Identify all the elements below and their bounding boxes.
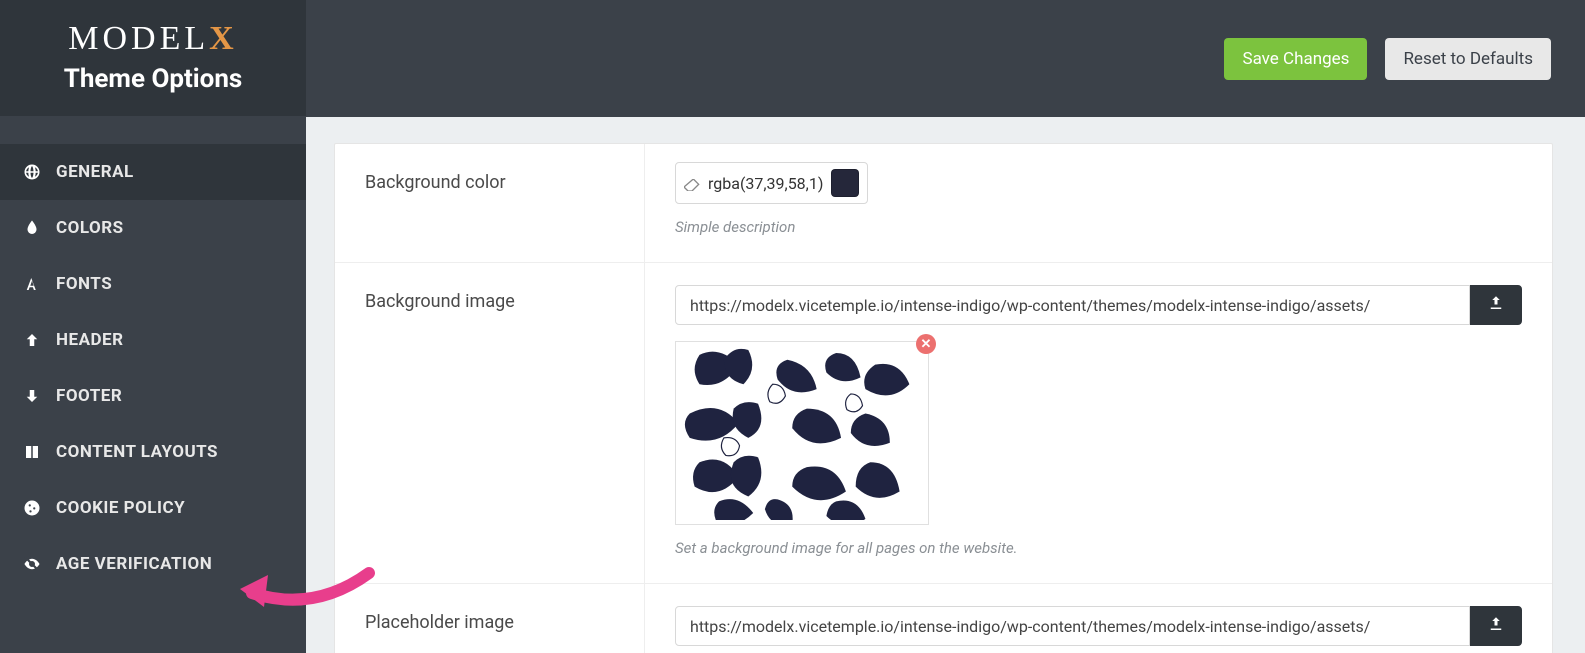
sidebar-item-label: HEADER: [56, 330, 124, 350]
label-background-image: Background image: [335, 263, 645, 583]
arrow-down-icon: [22, 386, 42, 406]
arrow-up-icon: [22, 330, 42, 350]
globe-icon: [22, 162, 42, 182]
body-background-color: rgba(37,39,58,1) Simple description: [645, 144, 1552, 262]
eye-off-icon: [22, 554, 42, 574]
placeholder-upload-row: [675, 606, 1522, 646]
sidebar-item-label: FOOTER: [56, 386, 122, 406]
sidebar-item-age-verification[interactable]: AGE VERIFICATION: [0, 536, 306, 592]
sidebar: MODELX Theme Options GENERAL COLORS: [0, 0, 306, 653]
sidebar-item-fonts[interactable]: FONTS: [0, 256, 306, 312]
brand-logo-accent: X: [209, 20, 238, 57]
bg-color-description: Simple description: [675, 218, 1522, 236]
row-background-image: Background image ✕: [335, 263, 1552, 584]
close-icon: ✕: [921, 337, 932, 352]
color-swatch[interactable]: [831, 169, 859, 197]
sidebar-nav: GENERAL COLORS FONTS HEADER: [0, 116, 306, 592]
label-placeholder-image: Placeholder image: [335, 584, 645, 653]
tint-icon: [22, 218, 42, 238]
body-background-image: ✕: [645, 263, 1552, 583]
brand-logo-main: MODEL: [68, 20, 209, 57]
sidebar-item-general[interactable]: GENERAL: [0, 144, 306, 200]
content-area: Background color rgba(37,39,58,1) Simple…: [306, 117, 1585, 653]
upload-icon: [1487, 294, 1505, 316]
color-picker[interactable]: rgba(37,39,58,1): [675, 162, 868, 204]
save-button[interactable]: Save Changes: [1224, 38, 1367, 80]
main: Save Changes Reset to Defaults Backgroun…: [306, 0, 1585, 653]
bg-image-upload-button[interactable]: [1470, 285, 1522, 325]
body-placeholder-image: [645, 584, 1552, 653]
font-icon: [22, 274, 42, 294]
sidebar-item-colors[interactable]: COLORS: [0, 200, 306, 256]
floral-pattern-image: [680, 346, 924, 520]
sidebar-item-label: GENERAL: [56, 162, 134, 182]
sidebar-item-cookie-policy[interactable]: COOKIE POLICY: [0, 480, 306, 536]
reset-button[interactable]: Reset to Defaults: [1385, 38, 1551, 80]
placeholder-upload-button[interactable]: [1470, 606, 1522, 646]
sidebar-item-header[interactable]: HEADER: [0, 312, 306, 368]
bg-image-preview: ✕: [675, 341, 929, 525]
topbar: Save Changes Reset to Defaults: [306, 0, 1585, 117]
row-background-color: Background color rgba(37,39,58,1) Simple…: [335, 144, 1552, 263]
sidebar-item-label: COOKIE POLICY: [56, 498, 185, 518]
upload-icon: [1487, 615, 1505, 637]
columns-icon: [22, 442, 42, 462]
settings-panel: Background color rgba(37,39,58,1) Simple…: [334, 143, 1553, 653]
eraser-icon: [684, 176, 700, 190]
sidebar-item-label: COLORS: [56, 218, 124, 238]
sidebar-item-label: AGE VERIFICATION: [56, 554, 212, 574]
label-background-color: Background color: [335, 144, 645, 262]
row-placeholder-image: Placeholder image: [335, 584, 1552, 653]
sidebar-item-footer[interactable]: FOOTER: [0, 368, 306, 424]
cookie-icon: [22, 498, 42, 518]
bg-image-description: Set a background image for all pages on …: [675, 539, 1522, 557]
color-value-text: rgba(37,39,58,1): [708, 174, 823, 193]
bg-image-url-input[interactable]: [675, 285, 1470, 325]
sidebar-item-label: FONTS: [56, 274, 112, 294]
remove-image-button[interactable]: ✕: [916, 334, 936, 354]
sidebar-item-content-layouts[interactable]: CONTENT LAYOUTS: [0, 424, 306, 480]
brand-subtitle: Theme Options: [0, 64, 306, 94]
placeholder-url-input[interactable]: [675, 606, 1470, 646]
brand-logo: MODELX: [0, 20, 306, 58]
sidebar-item-label: CONTENT LAYOUTS: [56, 442, 218, 462]
brand-block: MODELX Theme Options: [0, 0, 306, 116]
bg-image-upload-row: [675, 285, 1522, 325]
